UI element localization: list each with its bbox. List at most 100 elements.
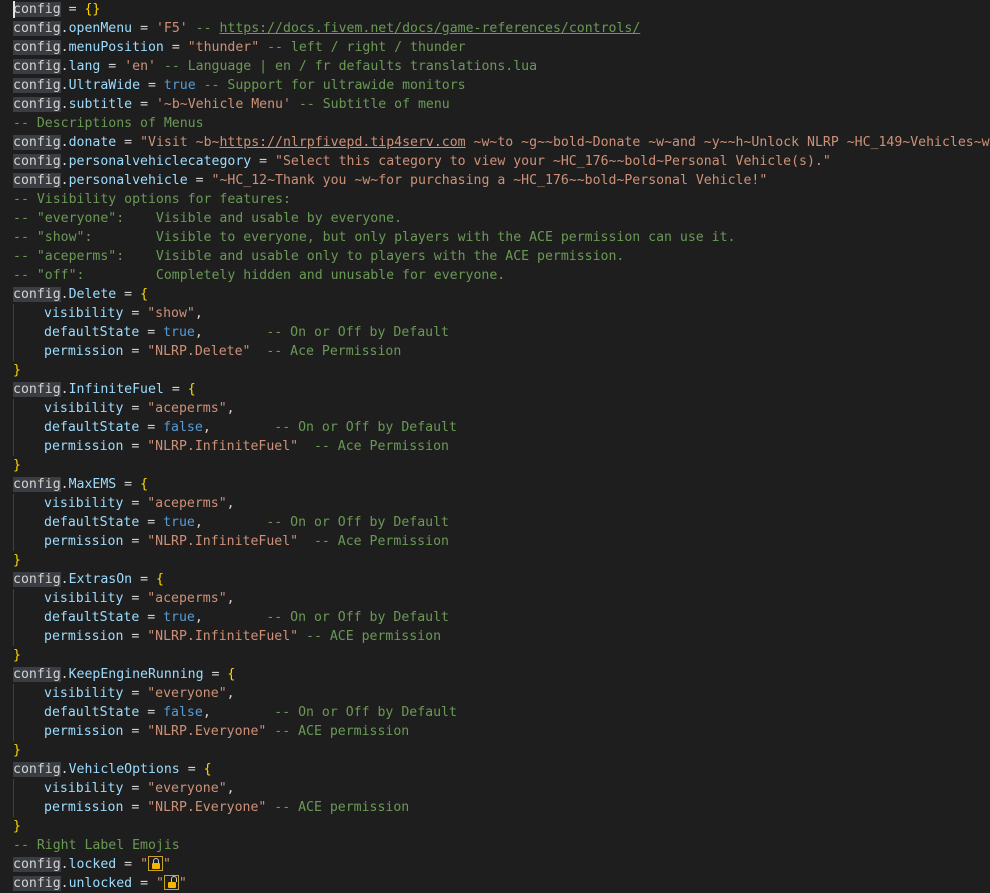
code-line[interactable]: config.unlocked = " " (0, 874, 990, 893)
code-line[interactable]: visibility = "aceperms", (0, 494, 990, 513)
code-line[interactable]: } (0, 646, 990, 665)
code-token: { (155, 572, 164, 587)
code-line[interactable]: -- "aceperms": Visible and usable only t… (0, 247, 990, 266)
code-line[interactable]: visibility = "everyone", (0, 779, 990, 798)
code-token: -- Support for ultrawide monitors (195, 78, 466, 93)
code-token: KeepEngineRunning (68, 667, 204, 682)
code-token: config (13, 2, 61, 17)
code-line[interactable]: config.locked = " " (0, 855, 990, 874)
indent-guide (13, 342, 44, 361)
code-line[interactable]: defaultState = false, -- On or Off by De… (0, 703, 990, 722)
code-line[interactable]: visibility = "aceperms", (0, 589, 990, 608)
code-line[interactable]: config.VehicleOptions = { (0, 760, 990, 779)
code-token: . (60, 97, 69, 112)
code-token: config (13, 762, 61, 777)
code-token: personalvehicle (68, 173, 188, 188)
code-token: , (226, 401, 235, 416)
code-line[interactable]: permission = "NLRP.InfiniteFuel" -- Ace … (0, 532, 990, 551)
code-token: = (116, 477, 141, 492)
code-line[interactable]: defaultState = true, -- On or Off by Def… (0, 608, 990, 627)
code-line[interactable]: config.Delete = { (0, 285, 990, 304)
code-line[interactable]: config.openMenu = 'F5' -- https://docs.f… (0, 19, 990, 38)
code-token: = (139, 325, 164, 340)
code-token: = (123, 724, 148, 739)
code-token: . (60, 876, 69, 891)
code-line[interactable]: config.InfiniteFuel = { (0, 380, 990, 399)
code-token: defaultState (44, 325, 140, 340)
code-line[interactable]: -- Descriptions of Menus (0, 114, 990, 133)
code-line[interactable]: permission = "NLRP.Everyone" -- ACE perm… (0, 798, 990, 817)
code-line[interactable]: -- Right Label Emojis (0, 836, 990, 855)
code-line[interactable]: visibility = "aceperms", (0, 399, 990, 418)
code-token: = (139, 420, 164, 435)
code-token: permission (44, 534, 124, 549)
code-token: -- On or Off by Default (266, 325, 449, 340)
code-line[interactable]: config.personalvehiclecategory = "Select… (0, 152, 990, 171)
code-token: "NLRP.Everyone" (147, 800, 267, 815)
code-token: . (60, 154, 69, 169)
code-line[interactable]: permission = "NLRP.InfiniteFuel" -- Ace … (0, 437, 990, 456)
code-line[interactable]: config.lang = 'en' -- Language | en / fr… (0, 57, 990, 76)
code-token: "everyone" (147, 686, 227, 701)
code-token: config (13, 78, 61, 93)
code-line[interactable]: } (0, 817, 990, 836)
code-token: = (132, 572, 156, 587)
code-token: = (123, 439, 148, 454)
code-line[interactable]: } (0, 361, 990, 380)
code-token: = (100, 59, 125, 74)
code-line[interactable]: permission = "NLRP.InfiniteFuel" -- ACE … (0, 627, 990, 646)
code-token: . (60, 59, 69, 74)
code-token: } (13, 648, 21, 663)
indent-guide (13, 703, 44, 722)
code-line[interactable]: permission = "NLRP.Delete" -- Ace Permis… (0, 342, 990, 361)
code-token: menuPosition (68, 40, 164, 55)
code-line[interactable]: config.menuPosition = "thunder" -- left … (0, 38, 990, 57)
code-token: = (123, 781, 148, 796)
code-token: . (60, 762, 69, 777)
code-line[interactable]: defaultState = true, -- On or Off by Def… (0, 513, 990, 532)
code-line[interactable]: visibility = "everyone", (0, 684, 990, 703)
code-line[interactable]: permission = "NLRP.Everyone" -- ACE perm… (0, 722, 990, 741)
code-token: = (163, 40, 188, 55)
code-line[interactable]: config.personalvehicle = "~HC_12~Thank y… (0, 171, 990, 190)
code-token: UltraWide (68, 78, 141, 93)
code-line[interactable]: } (0, 456, 990, 475)
code-token: "NLRP.InfiniteFuel" (147, 439, 299, 454)
code-line[interactable]: config.KeepEngineRunning = { (0, 665, 990, 684)
code-token: defaultState (44, 420, 140, 435)
code-line[interactable]: -- "off": Completely hidden and unusable… (0, 266, 990, 285)
code-line[interactable]: config.subtitle = '~b~Vehicle Menu' -- S… (0, 95, 990, 114)
code-line[interactable]: -- Visibility options for features: (0, 190, 990, 209)
code-token: { (140, 477, 149, 492)
code-line[interactable]: defaultState = true, -- On or Off by Def… (0, 323, 990, 342)
code-line[interactable]: -- "show": Visible to everyone, but only… (0, 228, 990, 247)
code-line[interactable]: -- "everyone": Visible and usable by eve… (0, 209, 990, 228)
code-token: 'F5' (155, 21, 188, 36)
code-token: config (13, 667, 61, 682)
code-line[interactable]: config.donate = "Visit ~b~https://nlrpfi… (0, 133, 990, 152)
indent-guide (13, 418, 44, 437)
code-token: = (163, 382, 188, 397)
code-editor[interactable]: config = {} config.openMenu = 'F5' -- htt… (0, 0, 990, 891)
code-line[interactable]: config.ExtrasOn = { (0, 570, 990, 589)
code-token: -- On or Off by Default (274, 420, 457, 435)
code-line[interactable]: defaultState = false, -- On or Off by De… (0, 418, 990, 437)
code-token: , (194, 306, 203, 321)
code-token: visibility (44, 496, 124, 511)
code-token: config (13, 135, 61, 150)
code-token: defaultState (44, 515, 140, 530)
code-line[interactable]: } (0, 551, 990, 570)
code-line[interactable]: config.MaxEMS = { (0, 475, 990, 494)
code-line[interactable]: visibility = "show", (0, 304, 990, 323)
indent-guide (13, 798, 44, 817)
code-token: "Select this category to view your ~HC_1… (275, 154, 831, 169)
code-token: "NLRP.Delete" (147, 344, 251, 359)
code-line[interactable]: config.UltraWide = true -- Support for u… (0, 76, 990, 95)
code-line[interactable]: config = {} (0, 0, 990, 19)
code-token: , (226, 591, 235, 606)
code-token: { (203, 762, 212, 777)
code-token: -- "everyone": Visible and usable by eve… (13, 211, 403, 226)
code-line[interactable]: } (0, 741, 990, 760)
code-token: , (194, 325, 267, 340)
code-token: = (132, 21, 156, 36)
